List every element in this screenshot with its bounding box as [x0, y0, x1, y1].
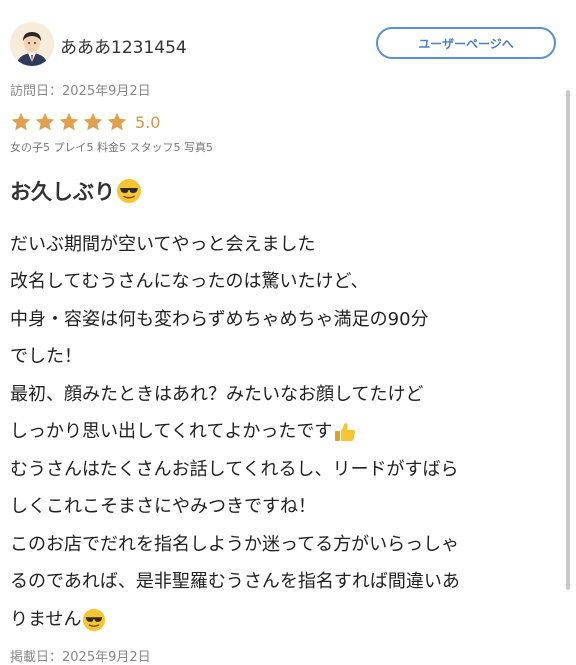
review-line-text: りません — [10, 608, 82, 630]
review-line: 最初、顔みたときはあれ？みたいなお顔してたけど — [10, 383, 424, 405]
score-breakdown: 女の子5 プレイ5 料金5 スタッフ5 写真5 — [10, 141, 213, 154]
review-line: 改名してむうさんになったのは驚いたけど、 — [10, 271, 369, 293]
posted-date: 掲載日：2025年9月2日 — [10, 650, 151, 665]
review-line: むうさんはたくさんお話してくれるし、リードがすばら — [10, 458, 459, 480]
review-line: るのであれば、是非聖羅むうさんを指名すれば間違いあ — [10, 571, 460, 593]
user-page-button[interactable]: ユーザーページへ — [376, 27, 556, 59]
sunglasses-emoji-icon — [83, 608, 106, 631]
visit-date: 訪問日：2025年9月2日 — [10, 84, 151, 99]
reviewer-header: あああ1231454 ユーザーページへ — [10, 22, 560, 68]
star-icon — [83, 112, 103, 131]
review-line: でした！ — [10, 346, 82, 368]
review-title-text: お久しぶり — [10, 180, 115, 204]
review-line: しくこれこそまさにやみつきですね！ — [10, 496, 316, 518]
username: あああ1231454 — [60, 38, 187, 58]
review-line-with-emoji: りません — [10, 601, 560, 639]
star-icon — [11, 112, 31, 131]
person-avatar-icon — [10, 22, 54, 66]
review-body: だいぶ期間が空いてやっと会えました 改名してむうさんになったのは驚いたけど、 中… — [10, 226, 560, 639]
star-icon — [107, 112, 127, 131]
review-line: 中身・容姿は何も変わらずめちゃめちゃ満足の90分 — [10, 308, 429, 330]
rating-value: 5.0 — [135, 112, 161, 132]
review-line-with-emoji: しっかり思い出してくれてよかったです — [10, 414, 560, 452]
review-line-text: しっかり思い出してくれてよかったです — [10, 421, 333, 443]
star-icon — [59, 112, 79, 131]
sunglasses-emoji-icon — [117, 179, 141, 203]
scrollbar[interactable] — [566, 90, 570, 590]
thumbs-up-emoji-icon — [335, 423, 356, 442]
star-icon — [35, 112, 55, 131]
review-line: だいぶ期間が空いてやっと会えました — [10, 233, 316, 255]
star-rating: 5.0 — [10, 111, 160, 133]
avatar[interactable] — [10, 22, 54, 66]
review-title: お久しぶり — [10, 176, 142, 206]
review-line: このお店でだれを指名しようか迷ってる方がいらっしゃ — [10, 533, 460, 555]
